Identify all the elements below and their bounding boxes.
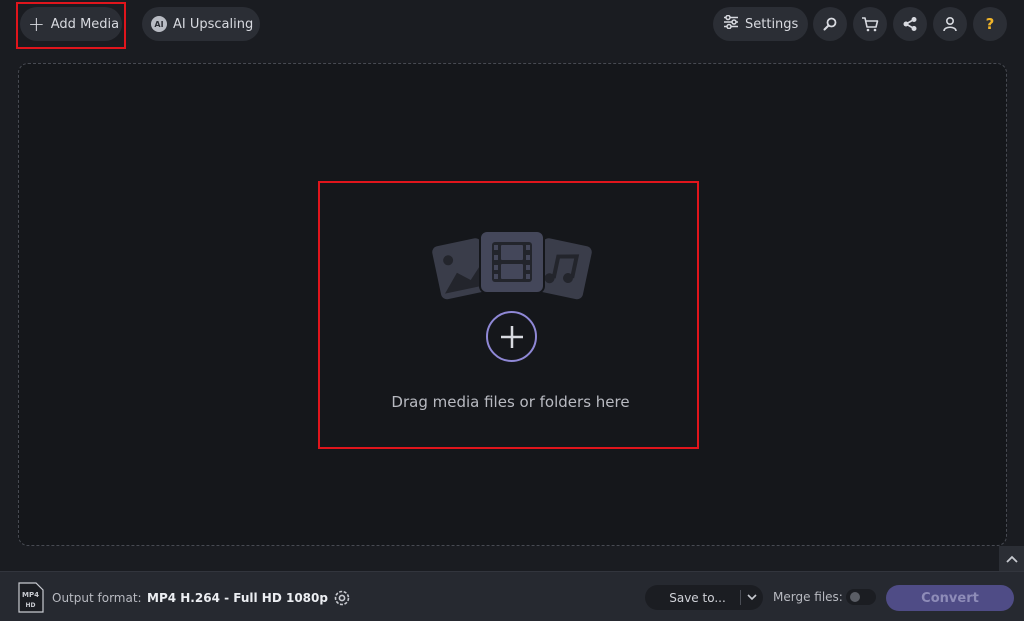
convert-button[interactable]: Convert	[886, 585, 1014, 611]
merge-files-label: Merge files:	[773, 590, 843, 604]
hd-icon-text: HD	[25, 602, 35, 609]
cart-icon	[862, 17, 879, 32]
chevron-down-icon[interactable]	[741, 594, 763, 601]
format-settings-button[interactable]	[329, 585, 354, 610]
help-button[interactable]: ?	[973, 7, 1007, 41]
ai-upscaling-label: AI Upscaling	[173, 16, 254, 32]
scroll-up-button[interactable]	[999, 546, 1024, 571]
sliders-icon	[723, 14, 739, 33]
drop-zone-highlight	[318, 181, 699, 449]
gear-icon	[334, 590, 349, 605]
bottom-bar: MP4 HD Output format: MP4 H.264 - Full H…	[0, 571, 1024, 621]
help-icon: ?	[985, 15, 995, 33]
convert-label: Convert	[921, 590, 979, 606]
search-icon	[823, 17, 837, 31]
mp4-icon-text: MP4	[22, 591, 39, 599]
save-to-label: Save to...	[669, 590, 726, 605]
cart-button[interactable]	[853, 7, 887, 41]
chevron-up-icon	[1005, 555, 1018, 563]
merge-files-toggle[interactable]	[846, 589, 876, 605]
add-media-highlight	[16, 2, 126, 49]
ai-upscaling-button[interactable]: AI AI Upscaling	[142, 7, 260, 41]
account-button[interactable]	[933, 7, 967, 41]
share-button[interactable]	[893, 7, 927, 41]
settings-button[interactable]: Settings	[713, 7, 808, 41]
search-button[interactable]	[813, 7, 847, 41]
output-format-value[interactable]: MP4 H.264 - Full HD 1080p	[147, 591, 328, 605]
output-format-label: Output format:	[52, 591, 142, 605]
save-to-dropdown[interactable]: Save to...	[645, 585, 763, 610]
ai-icon: AI	[151, 16, 167, 32]
share-icon	[903, 17, 917, 31]
mp4-format-icon[interactable]: MP4 HD	[18, 582, 44, 617]
toggle-knob	[850, 592, 860, 602]
settings-label: Settings	[745, 16, 799, 32]
user-icon	[943, 16, 957, 32]
